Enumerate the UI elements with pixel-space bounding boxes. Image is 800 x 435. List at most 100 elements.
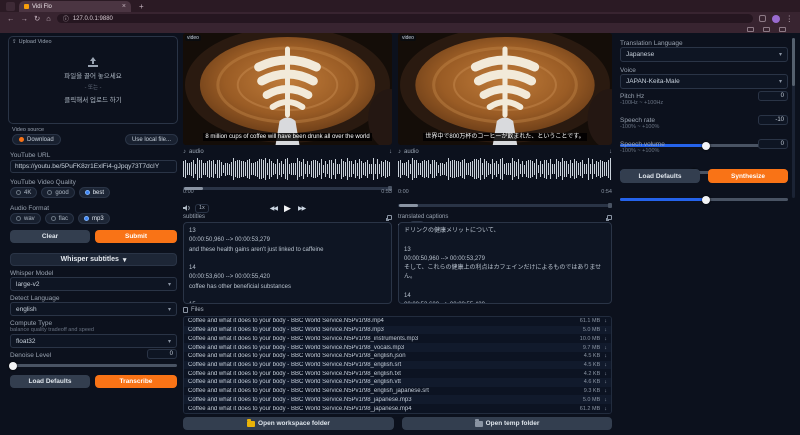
file-row[interactable]: Coffee and what it does to your body - B… — [184, 378, 611, 387]
file-download-icon[interactable]: ↓ — [604, 318, 607, 324]
detect-language-dropdown[interactable]: english ▾ — [10, 302, 177, 316]
scrollbar-thumb[interactable] — [792, 38, 795, 86]
slider-thumb[interactable] — [702, 196, 710, 204]
compute-type-dropdown[interactable]: float32 ▾ — [10, 334, 177, 348]
bookmark-icon[interactable] — [747, 27, 754, 32]
youtube-url-field[interactable] — [10, 160, 177, 173]
file-download-icon[interactable]: ↓ — [604, 379, 607, 385]
waveform-scrollbar[interactable] — [398, 204, 612, 207]
tab-search-button[interactable] — [6, 2, 15, 11]
clear-button[interactable]: Clear — [10, 230, 90, 243]
synthesize-button[interactable]: Synthesize — [708, 169, 788, 183]
file-row[interactable]: Coffee and what it does to your body - B… — [184, 326, 611, 335]
rewind-icon[interactable]: ◀◀ — [270, 205, 277, 212]
translation-language-dropdown[interactable]: Japanese ▾ — [620, 47, 788, 62]
play-icon[interactable]: ▶ — [284, 203, 291, 214]
file-download-icon[interactable]: ↓ — [604, 388, 607, 394]
extensions-icon[interactable] — [759, 15, 766, 22]
speech-volume-slider[interactable] — [620, 198, 788, 201]
file-download-icon[interactable]: ↓ — [604, 397, 607, 403]
whisper-accordion-header[interactable]: Whisper subtitles ▾ — [10, 253, 177, 266]
format-option-wav[interactable]: wav — [10, 213, 41, 224]
open-temp-folder-button[interactable]: Open temp folder — [402, 417, 612, 430]
browser-menu-icon[interactable]: ⋮ — [786, 14, 794, 23]
speech-volume-value[interactable]: 0 — [758, 139, 788, 149]
fast-forward-icon[interactable]: ▶▶ — [298, 205, 305, 212]
file-row[interactable]: Coffee and what it does to your body - B… — [184, 369, 611, 378]
download-audio-icon[interactable]: ↓ — [389, 149, 392, 155]
profile-avatar[interactable] — [772, 15, 780, 23]
copy-icon[interactable] — [387, 215, 392, 220]
bookmark-icon[interactable] — [763, 27, 770, 32]
file-download-icon[interactable]: ↓ — [604, 345, 607, 351]
file-download-icon[interactable]: ↓ — [604, 362, 607, 368]
files-label: Files — [191, 307, 204, 313]
video-upload-dropzone[interactable]: ⇪ Upload Video 파일을 끌어 놓으세요 - 또는 - 클릭해서 업… — [8, 36, 178, 124]
reload-icon[interactable]: ↻ — [34, 14, 40, 23]
whisper-load-defaults-button[interactable]: Load Defaults — [10, 375, 90, 388]
slider-thumb[interactable] — [702, 142, 710, 150]
panel-scrollbar[interactable] — [792, 38, 795, 198]
copy-icon[interactable] — [607, 215, 612, 220]
speech-rate-value[interactable]: -10 — [758, 115, 788, 125]
captions-textarea[interactable]: 13 00:00:50,960 --> 00:00:53,279 and the… — [183, 222, 392, 304]
playback-speed-button[interactable]: 1x — [195, 204, 209, 213]
captions-label: translated captions — [398, 214, 448, 220]
file-download-icon[interactable]: ↓ — [604, 406, 607, 412]
file-row[interactable]: Coffee and what it does to your body - B… — [184, 352, 611, 361]
format-option-flac[interactable]: flac — [45, 213, 74, 224]
whisper-model-dropdown[interactable]: large-v2 ▾ — [10, 277, 177, 291]
audio-waveform[interactable] — [183, 157, 392, 181]
bookmarks-bar — [0, 25, 800, 33]
address-bar[interactable]: ⓘ 127.0.0.1:9880 — [57, 14, 753, 23]
submit-button[interactable]: Submit — [95, 230, 177, 243]
file-row[interactable]: Coffee and what it does to your body - B… — [184, 343, 611, 352]
transcribe-button[interactable]: Transcribe — [95, 375, 177, 388]
slider-thumb[interactable] — [9, 362, 17, 370]
browser-window: Vidi Flo × + ← → ↻ ⌂ ⓘ 127.0.0.1:9880 ⋮ … — [0, 0, 800, 435]
quality-option-best[interactable]: best — [79, 187, 110, 198]
file-row[interactable]: Coffee and what it does to your body - B… — [184, 387, 611, 396]
source-option-download[interactable]: Download — [12, 134, 61, 145]
tts-load-defaults-button[interactable]: Load Defaults — [620, 169, 700, 183]
file-row[interactable]: Coffee and what it does to your body - B… — [184, 395, 611, 404]
speech-rate-hint: -100% ~ +100% — [620, 124, 659, 130]
file-download-icon[interactable]: ↓ — [604, 353, 607, 359]
source-option-local-file[interactable]: Use local file... — [125, 134, 178, 145]
new-tab-button[interactable]: + — [139, 2, 144, 12]
denoise-level-slider[interactable] — [10, 364, 177, 367]
speaker-icon[interactable] — [183, 204, 191, 212]
zoom-handle[interactable] — [608, 203, 612, 208]
folder-icon — [475, 421, 483, 427]
file-download-icon[interactable]: ↓ — [604, 371, 607, 377]
file-download-icon[interactable]: ↓ — [604, 327, 607, 333]
translated-video-player[interactable]: video 世界中で800万杯のコーヒーが飲まれた、ということです。 — [398, 33, 612, 145]
denoise-level-value[interactable]: 0 — [147, 349, 177, 359]
file-row[interactable]: Coffee and what it does to your body - B… — [184, 334, 611, 343]
audio-label: audio — [404, 149, 419, 155]
file-row[interactable]: Coffee and what it does to your body - B… — [184, 317, 611, 326]
download-audio-icon[interactable]: ↓ — [609, 149, 612, 155]
url-text: 127.0.0.1:9880 — [73, 16, 113, 22]
file-download-icon[interactable]: ↓ — [604, 336, 607, 342]
quality-option-good[interactable]: good — [41, 187, 74, 198]
quality-option-4k[interactable]: 4K — [10, 187, 37, 198]
close-tab-icon[interactable]: × — [122, 3, 126, 10]
browser-tab[interactable]: Vidi Flo × — [19, 1, 131, 12]
audio-waveform[interactable] — [398, 157, 612, 181]
file-row[interactable]: Coffee and what it does to your body - B… — [184, 404, 611, 413]
site-info-icon[interactable]: ⓘ — [63, 14, 69, 23]
youtube-url-input[interactable] — [10, 160, 177, 173]
file-row[interactable]: Coffee and what it does to your body - B… — [184, 361, 611, 370]
bookmark-icon[interactable] — [779, 27, 786, 32]
scroll-handle[interactable] — [399, 204, 418, 207]
home-icon[interactable]: ⌂ — [46, 14, 51, 23]
open-workspace-folder-button[interactable]: Open workspace folder — [183, 417, 394, 430]
forward-icon[interactable]: → — [21, 14, 29, 23]
source-video-player[interactable]: video 8 million cups of coffee will have… — [183, 33, 392, 145]
back-icon[interactable]: ← — [7, 14, 15, 23]
voice-dropdown[interactable]: JAPAN-Keita-Male ▾ — [620, 74, 788, 89]
format-option-mp3[interactable]: mp3 — [78, 213, 110, 224]
pitch-value[interactable]: 0 — [758, 91, 788, 101]
translated-captions-textarea[interactable]: ドリンクの健康メリットについて、 13 00:00:50,960 --> 00:… — [398, 222, 612, 304]
